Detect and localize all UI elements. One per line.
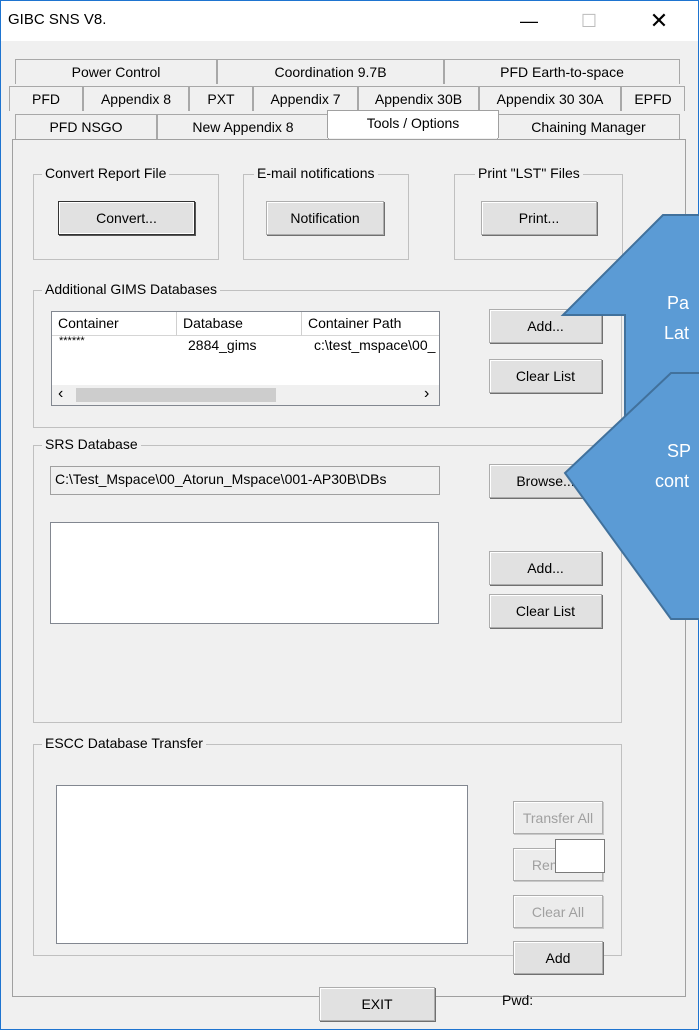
pwd-label: Pwd: [502,992,534,1008]
group-title: ESCC Database Transfer [42,735,206,751]
title-bar[interactable]: GIBC SNS V8. — ☐ ✕ [1,1,698,41]
gims-clear-list-button[interactable]: Clear List [489,359,602,393]
srs-add-button[interactable]: Add... [489,551,602,585]
tab-label: Appendix 30B [374,91,463,107]
convert-report-group: Convert Report File Convert... [33,165,219,260]
group-title: E-mail notifications [254,165,378,181]
clear-all-button[interactable]: Clear All [513,895,603,928]
cell-database: 2884_gims [188,337,257,353]
escc-list[interactable] [56,785,468,944]
application-window: GIBC SNS V8. — ☐ ✕ Power Control Coordin… [0,0,699,1030]
group-title: Additional GIMS Databases [42,281,220,297]
srs-database-group: SRS Database C:\Test_Mspace\00_Atorun_Ms… [33,436,622,723]
tab-label: EPFD [634,91,672,107]
tab-label: PFD Earth-to-space [500,64,624,80]
column-header-container-path[interactable]: Container Path [302,312,439,336]
tab-appendix-8[interactable]: Appendix 8 [83,86,189,111]
srs-path-field[interactable]: C:\Test_Mspace\00_Atorun_Mspace\001-AP30… [50,466,440,495]
tab-label: Power Control [71,64,161,80]
tab-power-control[interactable]: Power Control [15,59,217,84]
tab-tools-options[interactable]: Tools / Options [327,110,499,138]
srs-clear-list-button[interactable]: Clear List [489,594,602,628]
window-title: GIBC SNS V8. [8,11,107,28]
tab-label: Appendix 7 [270,91,341,107]
close-icon[interactable]: ✕ [636,1,682,41]
tab-appendix-30b[interactable]: Appendix 30B [358,86,479,111]
exit-button[interactable]: EXIT [319,987,435,1021]
maximize-icon[interactable]: ☐ [566,1,612,41]
additional-gims-group: Additional GIMS Databases Container Data… [33,281,622,428]
tab-label: PXT [207,91,235,107]
scroll-left-icon[interactable]: ‹ [58,385,63,403]
convert-button[interactable]: Convert... [58,201,195,235]
minimize-icon[interactable]: — [506,1,552,41]
tab-appendix-30-30a[interactable]: Appendix 30 30A [479,86,621,111]
cell-container-path: c:\test_mspace\00_ [314,337,436,353]
tab-label: Tools / Options [366,115,460,131]
tab-label: Appendix 30 30A [496,91,604,107]
tab-new-appendix-8[interactable]: New Appendix 8 [157,114,329,139]
email-notifications-group: E-mail notifications Notification [243,165,409,260]
group-title: Convert Report File [42,165,170,181]
gims-add-button[interactable]: Add... [489,309,602,343]
column-header-database[interactable]: Database [177,312,302,336]
tab-coordination-9-7b[interactable]: Coordination 9.7B [217,59,444,84]
tab-chaining-manager[interactable]: Chaining Manager [497,114,680,139]
horizontal-scrollbar[interactable]: ‹ › [52,385,439,405]
notification-button[interactable]: Notification [266,201,384,235]
escc-transfer-group: ESCC Database Transfer Transfer All Remo… [33,735,622,974]
tab-label: PFD [32,91,60,107]
callout-2-line-2: cont [655,471,690,491]
tab-appendix-7[interactable]: Appendix 7 [253,86,358,111]
scroll-right-icon[interactable]: › [424,385,429,403]
escc-add-button[interactable]: Add [513,941,603,974]
tab-label: Appendix 8 [100,91,172,107]
group-title: Print "LST" Files [475,165,583,181]
tab-label: New Appendix 8 [192,119,294,135]
cell-container: ****** [59,335,85,347]
transfer-all-button[interactable]: Transfer All [513,801,603,834]
print-lst-group: Print "LST" Files Print... [454,165,623,260]
column-header-container[interactable]: Container [52,312,177,336]
callout-1-line-2: Lat [664,323,690,343]
callout-2-line-1: SP [667,441,692,461]
scrollbar-thumb[interactable] [76,388,276,402]
tab-pxt[interactable]: PXT [189,86,253,111]
print-button[interactable]: Print... [481,201,597,235]
srs-browse-button[interactable]: Browse... [489,464,602,498]
tab-pfd-earth-to-space[interactable]: PFD Earth-to-space [444,59,680,84]
tab-label: Chaining Manager [531,119,646,135]
tab-label: Coordination 9.7B [274,64,387,80]
group-title: SRS Database [42,436,141,452]
tab-epfd[interactable]: EPFD [621,86,685,111]
pwd-input[interactable] [555,839,605,873]
callout-1-line-1: Pa [667,293,690,313]
gims-databases-list[interactable]: Container Database Container Path ******… [51,311,440,406]
tab-pfd-nsgo[interactable]: PFD NSGO [15,114,157,139]
srs-list[interactable] [50,522,439,624]
tab-label: PFD NSGO [49,119,123,135]
tab-pfd[interactable]: PFD [9,86,83,111]
